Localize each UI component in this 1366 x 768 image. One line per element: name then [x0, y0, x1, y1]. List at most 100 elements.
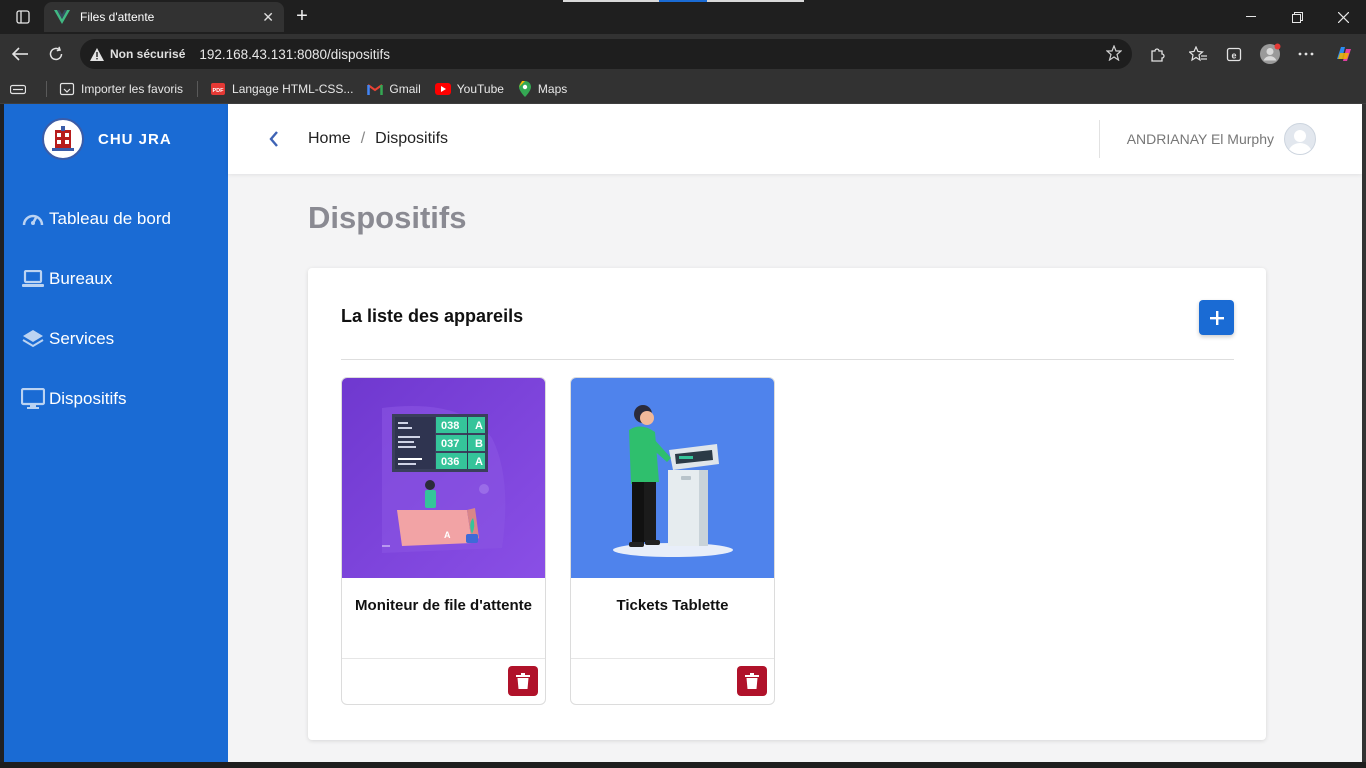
- add-device-button[interactable]: [1199, 300, 1234, 335]
- close-window-icon[interactable]: [1320, 0, 1366, 34]
- tab-actions-icon[interactable]: [0, 0, 46, 34]
- tab-strip-line: [659, 0, 707, 2]
- sidebar-item-label: Services: [49, 329, 115, 348]
- pdf-icon: PDF: [211, 82, 226, 95]
- tab-close-icon[interactable]: ✕: [262, 9, 274, 26]
- vue-logo-icon: [54, 10, 70, 24]
- device-card-moniteur[interactable]: 038 A 037 B 036 A A Moniteur de file d'a…: [341, 377, 546, 705]
- copilot-icon[interactable]: [1331, 41, 1357, 67]
- gmail-icon: [367, 83, 384, 95]
- sidebar-item-services[interactable]: Services: [20, 328, 114, 350]
- counter-letter: B: [475, 438, 483, 450]
- tab-strip-line: [707, 0, 804, 2]
- card-title: Moniteur de file d'attente: [355, 597, 532, 614]
- device-card-tickets[interactable]: Tickets Tablette: [570, 377, 775, 705]
- trash-icon: [516, 673, 530, 689]
- card-divider: [342, 658, 545, 659]
- tab-strip-line: [563, 0, 659, 2]
- breadcrumb-current: Dispositifs: [375, 130, 449, 147]
- browser-tab-bar: Files d'attente ✕ +: [0, 0, 1366, 34]
- svg-text:PDF: PDF: [213, 88, 225, 94]
- monitor-icon: [20, 388, 46, 410]
- tab-title: Files d'attente: [80, 10, 155, 24]
- queue-monitor-illustration: 038 A 037 B 036 A A: [342, 378, 545, 578]
- ticket-kiosk-illustration: [571, 378, 774, 578]
- panel-divider: [341, 359, 1234, 360]
- svg-text:e: e: [1231, 51, 1236, 61]
- card-title: Tickets Tablette: [616, 597, 729, 614]
- favorite-star-icon[interactable]: [1105, 43, 1123, 64]
- devices-panel: La liste des appareils 038 A 037 B 036 A…: [308, 268, 1266, 740]
- youtube-icon: [434, 82, 451, 95]
- ticket-number: 037: [441, 438, 459, 450]
- plus-icon: [1209, 310, 1224, 325]
- sidebar-item-label: Dispositifs: [49, 389, 127, 408]
- sidebar: CHU JRA Tableau de bord Bureaux Services…: [4, 104, 228, 762]
- sidebar-item-bureaux[interactable]: Bureaux: [20, 268, 112, 290]
- new-tab-button[interactable]: +: [290, 5, 314, 29]
- favorites-icon[interactable]: [1185, 41, 1211, 67]
- maps-icon: [518, 80, 531, 97]
- bookmark-gmail[interactable]: Gmail: [367, 81, 421, 96]
- collections-icon[interactable]: e: [1221, 41, 1247, 67]
- delete-button[interactable]: [508, 666, 538, 696]
- ticket-number: 036: [441, 456, 459, 468]
- layers-icon: [20, 328, 46, 350]
- url-text[interactable]: 192.168.43.131:8080/dispositifs: [199, 47, 390, 62]
- extensions-icon[interactable]: [1144, 41, 1170, 67]
- breadcrumb-home[interactable]: Home: [308, 130, 351, 148]
- bookmark-html[interactable]: PDF Langage HTML-CSS...: [210, 81, 353, 97]
- minimize-icon[interactable]: [1228, 0, 1274, 34]
- browser-tab[interactable]: Files d'attente ✕: [44, 2, 284, 32]
- bookmark-label: Importer les favoris: [81, 81, 184, 96]
- bookmarks-menu-icon[interactable]: [10, 83, 32, 95]
- profile-icon[interactable]: [1257, 41, 1283, 67]
- more-options-icon[interactable]: [1293, 41, 1319, 67]
- top-header: Home / Dispositifs ANDRIANAY El Murphy: [228, 104, 1362, 174]
- bookmarks-divider: [46, 80, 47, 97]
- security-label: Non sécurisé: [110, 47, 186, 61]
- ticket-number: 038: [441, 420, 459, 432]
- brand-name: CHU JRA: [98, 130, 172, 148]
- gauge-icon: [20, 208, 46, 230]
- taskbar-edge: [0, 762, 1366, 768]
- sidebar-item-dispositifs[interactable]: Dispositifs: [20, 388, 126, 410]
- page-title: Dispositifs: [308, 200, 467, 235]
- delete-button[interactable]: [737, 666, 767, 696]
- bookmarks-divider: [197, 80, 199, 97]
- counter-letter: A: [475, 456, 483, 468]
- browser-toolbar: Non sécurisé 192.168.43.131:8080/disposi…: [0, 34, 1366, 74]
- import-icon: [59, 82, 75, 95]
- trash-icon: [745, 673, 759, 689]
- counter-letter: A: [475, 420, 483, 432]
- bookmark-label: Gmail: [389, 81, 421, 96]
- card-divider: [571, 658, 774, 659]
- sidebar-item-tableau-de-bord[interactable]: Tableau de bord: [20, 208, 171, 230]
- address-bar[interactable]: Non sécurisé 192.168.43.131:8080/disposi…: [80, 39, 1132, 69]
- restore-icon[interactable]: [1274, 0, 1320, 34]
- page-scrollbar[interactable]: [1362, 104, 1366, 762]
- header-divider: [1099, 120, 1100, 158]
- bookmark-import[interactable]: Importer les favoris: [59, 81, 183, 97]
- page-viewport: CHU JRA Tableau de bord Bureaux Services…: [4, 104, 1362, 762]
- brand[interactable]: CHU JRA: [42, 118, 172, 160]
- back-chevron-icon[interactable]: [262, 127, 286, 151]
- security-indicator[interactable]: Non sécurisé: [90, 47, 185, 61]
- reload-icon[interactable]: [43, 41, 69, 67]
- breadcrumb: Home / Dispositifs: [308, 130, 448, 148]
- panel-title: La liste des appareils: [341, 306, 524, 326]
- bookmark-youtube[interactable]: YouTube: [434, 82, 504, 96]
- hospital-logo-icon: [42, 118, 84, 160]
- breadcrumb-separator: /: [360, 130, 366, 147]
- user-name: ANDRIANAY El Murphy: [1126, 131, 1274, 147]
- bookmark-label: Maps: [537, 81, 568, 96]
- desk-letter: A: [444, 530, 451, 540]
- sidebar-item-label: Tableau de bord: [49, 209, 171, 228]
- bookmarks-bar: Importer les favoris PDF Langage HTML-CS…: [0, 74, 1366, 104]
- back-arrow-icon[interactable]: [7, 41, 33, 67]
- user-menu[interactable]: ANDRIANAY El Murphy: [1127, 123, 1316, 155]
- bookmark-maps[interactable]: Maps: [518, 80, 568, 97]
- avatar[interactable]: [1284, 123, 1316, 155]
- bookmark-label: Langage HTML-CSS...: [232, 81, 354, 96]
- sidebar-item-label: Bureaux: [49, 269, 113, 288]
